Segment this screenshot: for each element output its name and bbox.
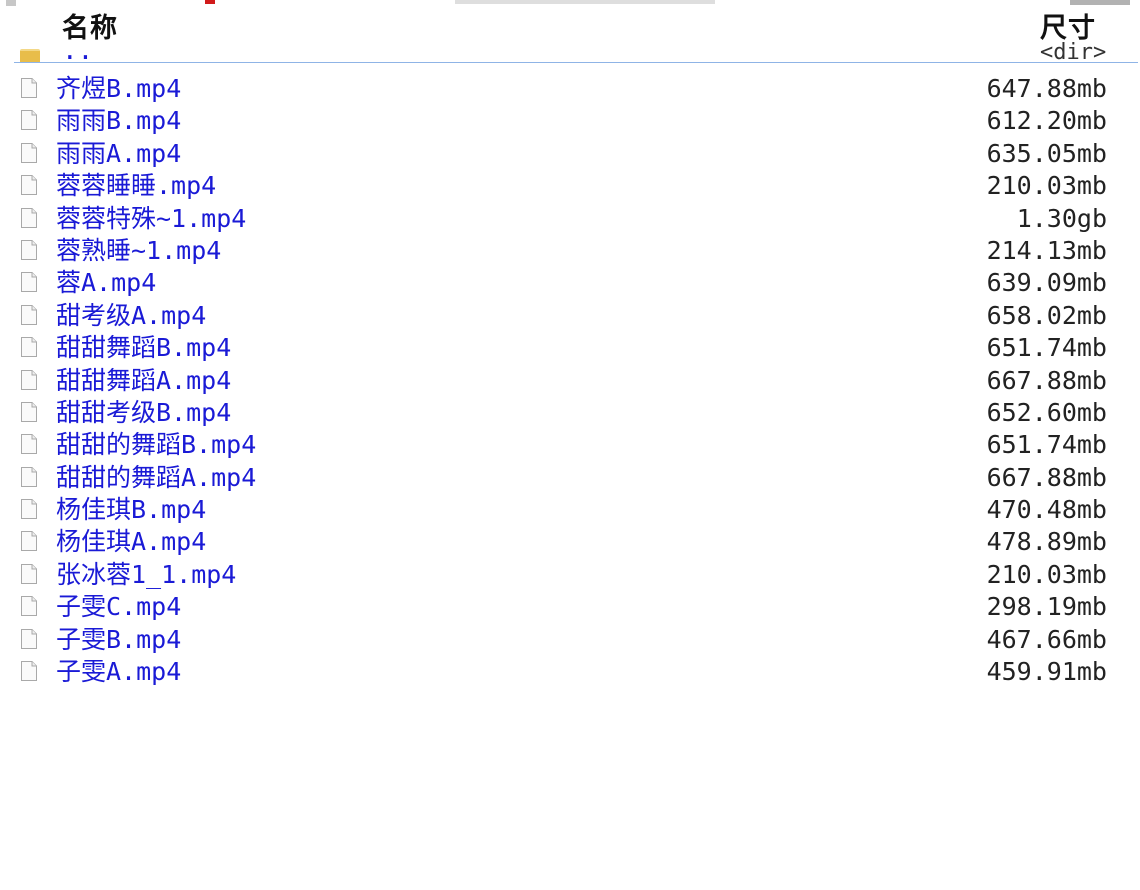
file-size: 298.19mb — [986, 592, 1107, 622]
file-size: 667.88mb — [986, 365, 1107, 395]
file-link[interactable]: 子雯C.mp4 — [56, 592, 181, 622]
file-icon — [21, 272, 37, 293]
file-size: 652.60mb — [986, 397, 1107, 427]
file-icon — [21, 369, 37, 390]
file-size: 478.89mb — [986, 527, 1107, 557]
file-size: 667.88mb — [986, 462, 1107, 492]
file-row[interactable]: 甜甜的舞蹈B.mp4 651.74mb — [0, 428, 1140, 460]
file-size: 635.05mb — [986, 138, 1107, 168]
file-size: 639.09mb — [986, 268, 1107, 298]
file-link[interactable]: 张冰蓉1_1.mp4 — [56, 560, 236, 590]
file-link[interactable]: 子雯A.mp4 — [56, 657, 181, 687]
file-link[interactable]: 甜甜舞蹈A.mp4 — [56, 366, 231, 396]
file-row[interactable]: 蓉蓉特殊~1.mp4 1.30gb — [0, 202, 1140, 234]
file-link[interactable]: 蓉蓉睡睡.mp4 — [56, 171, 216, 201]
file-link[interactable]: 蓉蓉特殊~1.mp4 — [56, 204, 246, 234]
file-size: 612.20mb — [986, 106, 1107, 136]
file-icon — [21, 175, 37, 196]
file-size: 459.91mb — [986, 657, 1107, 687]
file-row[interactable]: 甜考级A.mp4 658.02mb — [0, 299, 1140, 331]
file-row[interactable]: 子雯C.mp4 298.19mb — [0, 590, 1140, 622]
file-icon — [21, 434, 37, 455]
file-row[interactable]: 子雯B.mp4 467.66mb — [0, 623, 1140, 655]
file-row[interactable]: 蓉A.mp4 639.09mb — [0, 266, 1140, 298]
file-size: 658.02mb — [986, 300, 1107, 330]
file-link[interactable]: 子雯B.mp4 — [56, 625, 181, 655]
file-row[interactable]: 甜甜的舞蹈A.mp4 667.88mb — [0, 461, 1140, 493]
parent-directory-size: <dir> — [1040, 40, 1107, 63]
file-link[interactable]: 蓉A.mp4 — [56, 268, 156, 298]
file-size: 210.03mb — [986, 171, 1107, 201]
file-icon — [21, 563, 37, 584]
file-row[interactable]: 雨雨B.mp4 612.20mb — [0, 104, 1140, 136]
file-icon — [21, 239, 37, 260]
file-icon — [21, 628, 37, 649]
file-size: 467.66mb — [986, 624, 1107, 654]
file-row[interactable]: 甜甜舞蹈A.mp4 667.88mb — [0, 364, 1140, 396]
file-link[interactable]: 雨雨A.mp4 — [56, 139, 181, 169]
parent-directory-row[interactable]: .. <dir> — [0, 40, 1140, 62]
file-row[interactable]: 蓉熟睡~1.mp4 214.13mb — [0, 234, 1140, 266]
file-list: 齐煜B.mp4 647.88mb 雨雨B.mp4 612.20mb 雨雨A.mp… — [0, 72, 1140, 687]
file-icon — [21, 499, 37, 520]
file-link[interactable]: 雨雨B.mp4 — [56, 106, 181, 136]
file-link[interactable]: 杨佳琪A.mp4 — [56, 527, 206, 557]
file-size: 651.74mb — [986, 333, 1107, 363]
file-icon — [21, 531, 37, 552]
file-link[interactable]: 甜甜的舞蹈A.mp4 — [56, 463, 256, 493]
header-divider — [14, 62, 1138, 63]
file-row[interactable]: 齐煜B.mp4 647.88mb — [0, 72, 1140, 104]
file-icon — [21, 207, 37, 228]
file-link[interactable]: 蓉熟睡~1.mp4 — [56, 236, 221, 266]
file-icon — [21, 78, 37, 98]
file-link[interactable]: 甜甜舞蹈B.mp4 — [56, 333, 231, 363]
file-link[interactable]: 甜甜的舞蹈B.mp4 — [56, 430, 256, 460]
file-size: 651.74mb — [986, 430, 1107, 460]
file-size: 470.48mb — [986, 495, 1107, 525]
file-size: 210.03mb — [986, 559, 1107, 589]
file-row[interactable]: 蓉蓉睡睡.mp4 210.03mb — [0, 169, 1140, 201]
file-size: 647.88mb — [986, 74, 1107, 103]
file-row[interactable]: 子雯A.mp4 459.91mb — [0, 655, 1140, 687]
parent-directory-link[interactable]: .. — [62, 40, 93, 62]
file-row[interactable]: 杨佳琪A.mp4 478.89mb — [0, 525, 1140, 557]
file-icon — [21, 142, 37, 163]
file-icon — [21, 596, 37, 617]
file-icon — [21, 304, 37, 325]
file-link[interactable]: 甜考级A.mp4 — [56, 301, 206, 331]
file-icon — [21, 337, 37, 358]
file-size: 1.30gb — [1016, 203, 1107, 233]
file-row[interactable]: 甜甜舞蹈B.mp4 651.74mb — [0, 331, 1140, 363]
file-size: 214.13mb — [986, 235, 1107, 265]
file-row[interactable]: 雨雨A.mp4 635.05mb — [0, 137, 1140, 169]
file-link[interactable]: 杨佳琪B.mp4 — [56, 495, 206, 525]
file-row[interactable]: 杨佳琪B.mp4 470.48mb — [0, 493, 1140, 525]
file-row[interactable]: 张冰蓉1_1.mp4 210.03mb — [0, 558, 1140, 590]
file-link[interactable]: 甜甜考级B.mp4 — [56, 398, 231, 428]
file-icon — [21, 401, 37, 422]
file-row[interactable]: 甜甜考级B.mp4 652.60mb — [0, 396, 1140, 428]
file-icon — [21, 661, 37, 682]
folder-icon — [20, 49, 40, 62]
file-icon — [21, 466, 37, 487]
file-link[interactable]: 齐煜B.mp4 — [56, 74, 181, 104]
file-icon — [21, 110, 37, 131]
